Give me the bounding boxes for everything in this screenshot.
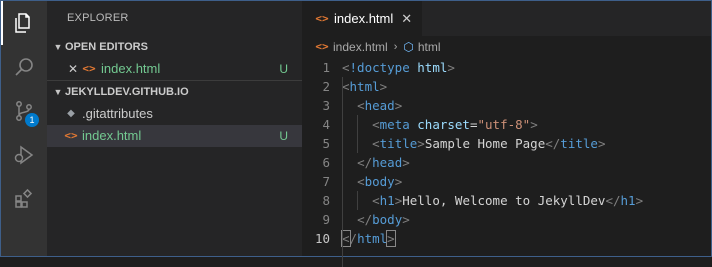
html-file-icon: <> <box>315 12 329 25</box>
indent-guide <box>342 77 343 267</box>
breadcrumb: <> index.html › ⬡ html <box>302 36 711 58</box>
tag-name: h1 <box>620 193 636 208</box>
tag-name: head <box>364 98 395 113</box>
bracket-match-highlight: > <box>386 230 396 247</box>
line-number: 9 <box>322 212 330 227</box>
breadcrumb-symbol[interactable]: html <box>418 36 441 58</box>
doctype-value: html <box>417 60 448 75</box>
activity-bar: 1 <box>1 1 47 256</box>
line-number: 2 <box>322 79 330 94</box>
code-line: 2 <html> <box>302 77 711 96</box>
source-control-icon[interactable]: 1 <box>1 89 47 133</box>
code-line: 5 <title>Sample Home Page</title> <box>302 134 711 153</box>
line-number: 10 <box>314 231 330 246</box>
vscode-window: 1 EXPLORER ▼ OPEN EDITORS ✕ <> index.htm… <box>0 0 712 267</box>
close-icon[interactable]: ✕ <box>401 11 412 27</box>
chevron-down-icon: ▼ <box>53 42 63 52</box>
extensions-icon[interactable] <box>1 177 47 221</box>
html-file-icon: <> <box>315 40 329 53</box>
tab-index-html[interactable]: <> index.html ✕ <box>302 1 423 36</box>
line-number: 3 <box>322 98 330 113</box>
tag-name: html <box>357 231 388 246</box>
code-line: 9 </body> <box>302 210 711 229</box>
breadcrumb-file[interactable]: index.html <box>333 36 388 58</box>
project-folder-header[interactable]: ▼ JEKYLLDEV.GITHUB.IO <box>47 81 302 103</box>
line-number: 8 <box>322 193 330 208</box>
open-editor-filename: index.html <box>101 61 161 76</box>
explorer-sidebar: EXPLORER ▼ OPEN EDITORS ✕ <> index.html … <box>47 1 302 256</box>
explorer-title: EXPLORER <box>67 12 129 24</box>
symbol-element-icon: ⬡ <box>403 40 414 54</box>
bracket-match-highlight: < <box>341 230 351 247</box>
open-editors-label: OPEN EDITORS <box>65 41 148 53</box>
line-number: 4 <box>322 117 330 132</box>
open-editor-item[interactable]: ✕ <> index.html U <box>47 58 302 80</box>
code-line: 3 <head> <box>302 96 711 115</box>
indent-guide <box>357 115 358 153</box>
file-item-index-html[interactable]: <> index.html U <box>47 125 302 147</box>
git-status-untracked: U <box>279 62 288 76</box>
editor-area: <> index.html ✕ <> index.html › ⬡ html 1… <box>302 1 711 267</box>
code-line: 4 <meta charset="utf-8"> <box>302 115 711 134</box>
doctype-keyword: !doctype <box>349 60 410 75</box>
tag-name: head <box>372 155 403 170</box>
code-line: 1 <!doctype html> <box>302 58 711 77</box>
line-number: 5 <box>322 136 330 151</box>
line-number: 6 <box>322 155 330 170</box>
tag-name: h1 <box>379 193 395 208</box>
text-content: Hello, Welcome to JekyllDev <box>402 193 606 208</box>
git-status-untracked: U <box>279 129 288 143</box>
code-line: 10 </html> <box>302 229 711 248</box>
html-file-icon: <> <box>82 62 96 75</box>
html-file-icon: <> <box>64 129 78 142</box>
code-editor[interactable]: 1 <!doctype html> 2 <html> 3 <head> 4 <m… <box>302 58 711 267</box>
text-content: Sample Home Page <box>424 136 546 151</box>
file-item-name: .gitattributes <box>82 106 153 121</box>
scm-count-badge: 1 <box>25 113 39 127</box>
chevron-down-icon: ▼ <box>53 87 63 97</box>
tab-bar: <> index.html ✕ <box>302 1 711 36</box>
tag-name: meta <box>379 117 410 132</box>
tag-name: body <box>372 212 403 227</box>
tab-label: index.html <box>334 11 394 26</box>
file-item-gitattributes[interactable]: ◆ .gitattributes <box>47 103 302 125</box>
tag-name: title <box>379 136 418 151</box>
code-line: 6 </head> <box>302 153 711 172</box>
indent-guide <box>357 191 358 210</box>
project-folder-label: JEKYLLDEV.GITHUB.IO <box>65 86 189 98</box>
file-item-name: index.html <box>82 128 142 143</box>
attribute-value: "utf-8" <box>477 117 531 132</box>
close-icon[interactable]: ✕ <box>65 58 81 80</box>
tag-name: body <box>364 174 395 189</box>
line-number: 1 <box>322 60 330 75</box>
chevron-right-icon: › <box>393 41 398 53</box>
code-line: 8 <h1>Hello, Welcome to JekyllDev</h1> <box>302 191 711 210</box>
explorer-icon[interactable] <box>1 1 47 45</box>
run-debug-icon[interactable] <box>1 133 47 177</box>
tag-name: html <box>349 79 380 94</box>
tag-name: title <box>560 136 598 151</box>
open-editors-header[interactable]: ▼ OPEN EDITORS <box>47 36 302 58</box>
search-icon[interactable] <box>1 45 47 89</box>
attribute-name: charset <box>417 117 470 132</box>
code-line: 7 <body> <box>302 172 711 191</box>
gitattributes-file-icon: ◆ <box>67 108 75 119</box>
line-number: 7 <box>322 174 330 189</box>
